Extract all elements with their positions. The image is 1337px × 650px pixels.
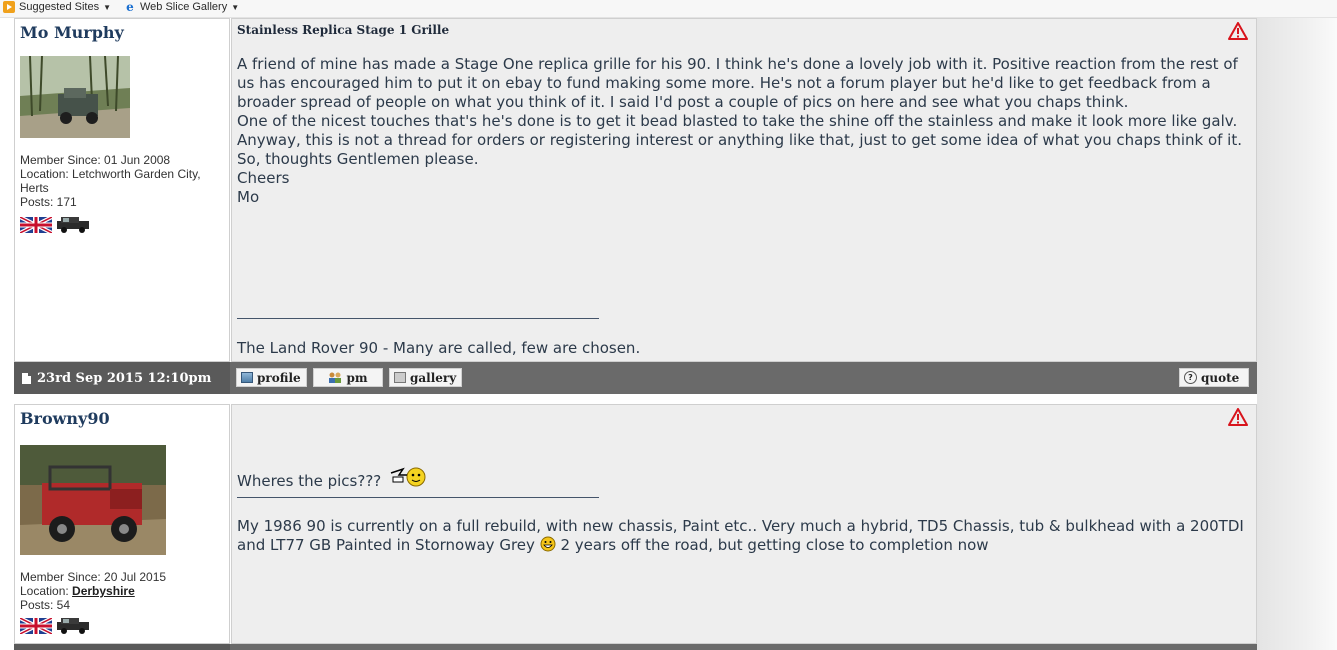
location-prefix: Location:: [20, 584, 73, 598]
quote-icon: ?: [1184, 371, 1197, 384]
pm-users-icon: [329, 372, 342, 383]
dropdown-arrow-icon: ▼: [231, 2, 240, 12]
post-paragraph: So, thoughts Gentlemen please.: [237, 150, 479, 168]
report-warning-icon[interactable]: [1228, 22, 1248, 40]
favorite-suggested-sites[interactable]: Suggested Sites ▼: [3, 1, 111, 13]
member-info: Member Since: 01 Jun 2008 Location: Letc…: [20, 153, 220, 209]
pm-button[interactable]: pm: [313, 368, 383, 387]
member-location: Location: Letchworth Garden City, Herts: [20, 167, 220, 195]
post-body: A friend of mine has made a Stage One re…: [237, 55, 1251, 207]
report-warning-icon[interactable]: [1228, 408, 1248, 426]
member-info: Member Since: 20 Jul 2015 Location: Derb…: [20, 570, 220, 612]
post-link-icon[interactable]: [22, 372, 31, 384]
forum-post: Browny90 Member Since: 20 Jul 2015 Locat…: [14, 404, 1257, 650]
page-backdrop: [1257, 18, 1337, 650]
post-paragraph: Anyway, this is not a thread for orders …: [237, 131, 1242, 149]
land-rover-icon: [57, 217, 89, 233]
post-timestamp: 23rd Sep 2015 12:10pm: [37, 370, 212, 386]
avatar[interactable]: [20, 56, 130, 138]
post-author-panel: Browny90 Member Since: 20 Jul 2015 Locat…: [14, 404, 230, 644]
post-message-panel: Wheres the pics??? My 1986 90 is current…: [231, 404, 1257, 644]
post-body: Wheres the pics???: [237, 463, 1251, 491]
grin-smiley-icon: [540, 536, 556, 552]
location-prefix: Location:: [20, 167, 73, 181]
member-since: Member Since: 01 Jun 2008: [20, 153, 171, 167]
gallery-button[interactable]: gallery: [389, 368, 462, 387]
uk-flag-icon: [20, 217, 52, 233]
signature-divider: [237, 497, 599, 498]
favorite-web-slice-gallery[interactable]: e Web Slice Gallery ▼: [124, 1, 239, 13]
ie-icon: e: [126, 0, 134, 14]
forum-post: Mo Murphy Member Since: 01 Jun 2008 Loca…: [14, 18, 1257, 394]
location-link[interactable]: Derbyshire: [72, 584, 135, 598]
post-paragraph: Cheers: [237, 169, 290, 187]
member-badges: [20, 217, 91, 233]
post-signature: The Land Rover 90 - Many are called, few…: [237, 339, 641, 357]
post-footer: 23rd Sep 2015 12:10pm profile pm gallery…: [14, 362, 1257, 394]
profile-button[interactable]: profile: [236, 368, 307, 387]
post-paragraph: Wheres the pics???: [237, 472, 382, 490]
favorite-label: Web Slice Gallery: [140, 1, 228, 13]
profile-icon: [241, 372, 253, 383]
post-date: [14, 644, 230, 650]
post-author-panel: Mo Murphy Member Since: 01 Jun 2008 Loca…: [14, 18, 230, 362]
avatar[interactable]: [20, 445, 166, 555]
pm-button-label: pm: [346, 370, 368, 385]
favorites-bar: Suggested Sites ▼ e Web Slice Gallery ▼: [0, 0, 1337, 18]
quote-button-label: quote: [1201, 370, 1240, 385]
member-location: Location: Derbyshire: [20, 584, 220, 598]
post-footer: [14, 644, 1257, 650]
post-username[interactable]: Browny90: [20, 409, 110, 428]
post-signature: My 1986 90 is currently on a full rebuil…: [237, 517, 1251, 555]
gallery-icon: [394, 372, 406, 383]
gallery-button-label: gallery: [410, 370, 457, 385]
post-message-panel: Stainless Replica Stage 1 Grille A frien…: [231, 18, 1257, 362]
signature-text: 2 years off the road, but getting close …: [560, 536, 989, 554]
post-count: Posts: 54: [20, 598, 71, 612]
post-paragraph: Mo: [237, 188, 260, 206]
post-title: Stainless Replica Stage 1 Grille: [237, 23, 450, 37]
post-username[interactable]: Mo Murphy: [20, 23, 124, 42]
post-paragraph: One of the nicest touches that's he's do…: [237, 112, 1238, 130]
quote-button[interactable]: ? quote: [1179, 368, 1249, 387]
post-count: Posts: 171: [20, 195, 77, 209]
favorite-label: Suggested Sites: [19, 1, 100, 13]
dropdown-arrow-icon: ▼: [103, 2, 112, 12]
uk-flag-icon: [20, 618, 52, 634]
suggested-sites-icon: [3, 1, 15, 13]
land-rover-icon: [57, 618, 89, 634]
profile-button-label: profile: [257, 370, 301, 385]
post-paragraph: A friend of mine has made a Stage One re…: [237, 55, 1238, 111]
signature-divider: [237, 318, 599, 319]
searching-smiley-icon: [391, 467, 426, 487]
post-date: 23rd Sep 2015 12:10pm: [14, 362, 230, 394]
member-since: Member Since: 20 Jul 2015: [20, 570, 167, 584]
member-badges: [20, 618, 91, 634]
